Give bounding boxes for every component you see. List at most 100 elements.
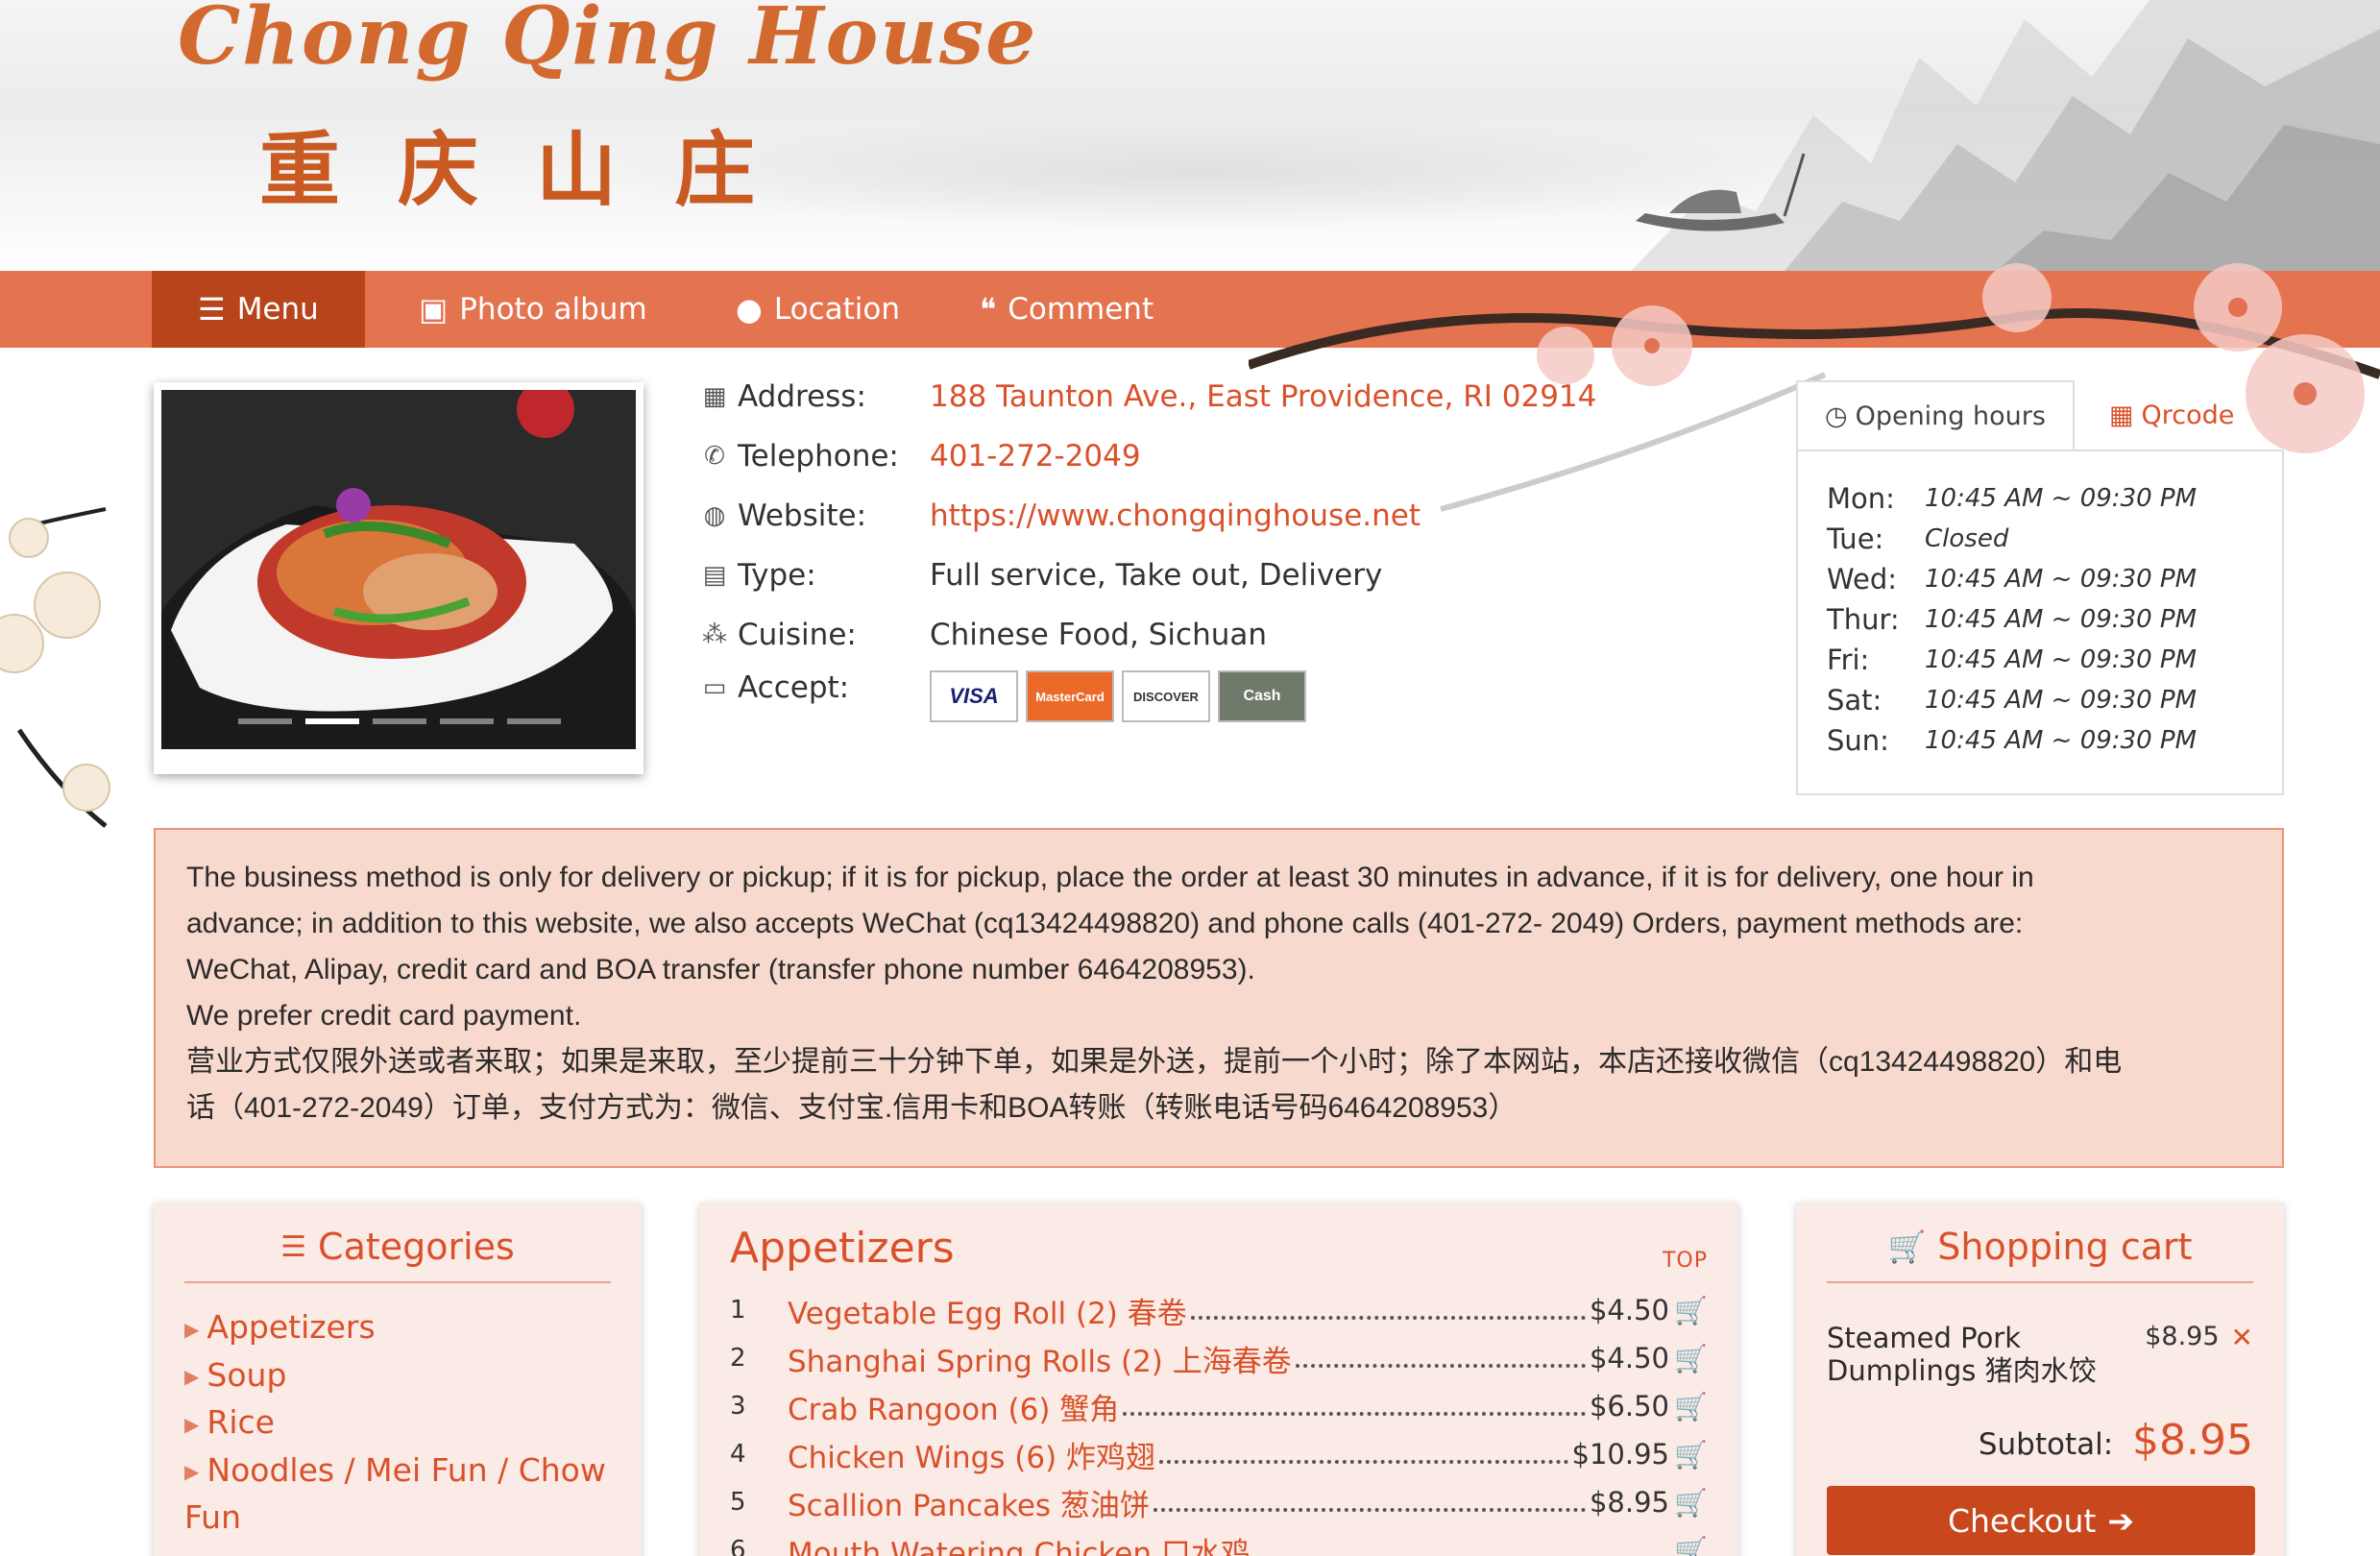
hours-row: Sat: 10:45 AM ~ 09:30 PM <box>1827 680 2253 720</box>
menu-item-price: $4.50 <box>1589 1294 1669 1326</box>
menu-item-number: 3 <box>730 1392 746 1421</box>
logo-english: Chong Qing House <box>178 0 1038 83</box>
menu-section-title: Appetizers <box>730 1224 955 1273</box>
dot-leader <box>1159 1454 1568 1464</box>
info-type-row: ▤ Type: Full service, Take out, Delivery <box>699 551 1383 599</box>
address-link[interactable]: 188 Taunton Ave., East Providence, RI 02… <box>930 379 1596 414</box>
category-item-noodles-cont[interactable]: Fun <box>184 1495 611 1541</box>
hours-row: Sun: 10:45 AM ~ 09:30 PM <box>1827 720 2253 761</box>
menu-item-name[interactable]: Crab Rangoon (6) 蟹角 <box>788 1385 1119 1428</box>
food-photo-carousel[interactable] <box>161 390 636 749</box>
notice-line: The business method is only for delivery… <box>186 862 2034 893</box>
carousel-dot-active[interactable] <box>305 718 359 724</box>
cash-card: Cash <box>1218 670 1306 722</box>
credit-card-icon: ▭ <box>702 673 727 702</box>
carousel-dot[interactable] <box>373 718 426 724</box>
info-website-row: ◍ Website: https://www.chongqinghouse.net <box>699 492 1421 540</box>
menu-item[interactable]: 6 Mouth Watering Chicken 口水鸡 🛒 <box>730 1526 1708 1556</box>
globe-icon: ◍ <box>703 501 726 530</box>
carousel-dot[interactable] <box>440 718 494 724</box>
hours-time: 10:45 AM ~ 09:30 PM <box>1925 605 2198 634</box>
hours-row: Mon: 10:45 AM ~ 09:30 PM <box>1827 478 2253 519</box>
nav-location-label: Location <box>773 292 901 327</box>
menu-item-name[interactable]: Scallion Pancakes 葱油饼 <box>788 1481 1150 1524</box>
menu-item[interactable]: 4 Chicken Wings (6) 炸鸡翅 $10.95 🛒 <box>730 1430 1708 1478</box>
carousel-dot[interactable] <box>507 718 561 724</box>
telephone-label: Telephone: <box>738 439 899 474</box>
website-link[interactable]: https://www.chongqinghouse.net <box>930 498 1421 533</box>
add-to-cart-icon[interactable]: 🛒 <box>1669 1439 1708 1471</box>
nav-photo-album[interactable]: ▣ Photo album <box>373 271 693 348</box>
nav-location[interactable]: ● Location <box>690 271 946 348</box>
map-icon: ▦ <box>702 382 727 411</box>
menu-item-number: 4 <box>730 1440 746 1469</box>
discover-card: DISCOVER <box>1122 670 1210 722</box>
menu-item-name[interactable]: Mouth Watering Chicken 口水鸡 <box>788 1529 1251 1556</box>
add-to-cart-icon[interactable]: 🛒 <box>1669 1343 1708 1374</box>
caret-right-icon: ▶ <box>184 1460 200 1483</box>
tab-opening-hours[interactable]: ◷ Opening hours <box>1796 380 2075 451</box>
menu-item[interactable]: 2 Shanghai Spring Rolls (2) 上海春卷 $4.50 🛒 <box>730 1334 1708 1382</box>
map-pin-icon: ● <box>736 291 763 328</box>
hours-time: 10:45 AM ~ 09:30 PM <box>1925 686 2198 715</box>
hours-tabs: ◷ Opening hours ▦ Qrcode <box>1796 380 2284 451</box>
hours-time: Closed <box>1925 524 2009 553</box>
cart-title: 🛒 Shopping cart <box>1827 1226 2253 1283</box>
menu-item[interactable]: 1 Vegetable Egg Roll (2) 春卷 $4.50 🛒 <box>730 1286 1708 1334</box>
menu-item[interactable]: 5 Scallion Pancakes 葱油饼 $8.95 🛒 <box>730 1478 1708 1526</box>
category-item-rice[interactable]: ▶ Rice <box>184 1399 611 1447</box>
dish-image <box>161 390 636 749</box>
hours-day: Fri: <box>1827 644 1870 676</box>
notice-line: 营业方式仅限外送或者来取；如果是来取，至少提前三十分钟下单，如果是外送，提前一个… <box>186 1046 2123 1078</box>
category-label: Appetizers <box>206 1308 376 1346</box>
cart-subtotal: Subtotal: $8.95 <box>1827 1416 2253 1465</box>
remove-item-icon[interactable]: ✕ <box>2231 1322 2253 1353</box>
info-address-row: ▦ Address: 188 Taunton Ave., East Provide… <box>699 373 1597 421</box>
menu-item-name[interactable]: Shanghai Spring Rolls (2) 上海春卷 <box>788 1337 1292 1380</box>
hours-row: Fri: 10:45 AM ~ 09:30 PM <box>1827 640 2253 680</box>
arrow-right-icon: ➔ <box>2107 1501 2135 1540</box>
menu-item-number: 5 <box>730 1488 746 1517</box>
info-accept-row: ▭ Accept: VISA MasterCard DISCOVER Cash <box>699 670 1306 732</box>
hours-row: Wed: 10:45 AM ~ 09:30 PM <box>1827 559 2253 599</box>
image-icon: ▣ <box>419 291 449 328</box>
hours-day: Mon: <box>1827 482 1895 515</box>
cart-title-label: Shopping cart <box>1937 1226 2193 1268</box>
subtotal-label: Subtotal: <box>1978 1427 2114 1462</box>
cuisine-label: Cuisine: <box>738 618 857 652</box>
nav-comment[interactable]: ❝ Comment <box>934 271 1200 348</box>
category-item-appetizers[interactable]: ▶ Appetizers <box>184 1304 611 1352</box>
cart-item-price: $8.95 <box>2145 1322 2220 1351</box>
add-to-cart-icon[interactable]: 🛒 <box>1669 1295 1708 1326</box>
add-to-cart-icon[interactable]: 🛒 <box>1669 1535 1708 1556</box>
top-link[interactable]: TOP <box>1663 1249 1708 1273</box>
menu-item-number: 6 <box>730 1536 746 1556</box>
add-to-cart-icon[interactable]: 🛒 <box>1669 1487 1708 1519</box>
menu-item-name[interactable]: Vegetable Egg Roll (2) 春卷 <box>788 1289 1187 1332</box>
dot-leader <box>1123 1406 1586 1416</box>
header-banner: Chong Qing House 重庆山庄 <box>0 0 2380 271</box>
menu-item-number: 1 <box>730 1296 746 1325</box>
address-label: Address: <box>738 379 866 414</box>
add-to-cart-icon[interactable]: 🛒 <box>1669 1391 1708 1422</box>
menu-item[interactable]: 3 Crab Rangoon (6) 蟹角 $6.50 🛒 <box>730 1382 1708 1430</box>
hours-row: Tue: Closed <box>1827 519 2253 559</box>
hours-day: Tue: <box>1827 523 1884 555</box>
cart-item-name-line: Steamed Pork <box>1827 1322 2022 1354</box>
tab-qrcode[interactable]: ▦ Qrcode <box>2082 380 2261 451</box>
cuisine-value: Chinese Food, Sichuan <box>930 618 1268 652</box>
cart-icon: 🛒 <box>1887 1228 1927 1265</box>
cubes-icon: ⁂ <box>702 620 727 649</box>
category-item-noodles[interactable]: ▶ Noodles / Mei Fun / Chow <box>184 1447 611 1495</box>
carousel-indicators <box>238 718 561 724</box>
telephone-link[interactable]: 401-272-2049 <box>930 439 1141 474</box>
nav-menu[interactable]: ☰ Menu <box>152 271 365 348</box>
category-item-soup[interactable]: ▶ Soup <box>184 1352 611 1400</box>
carousel-dot[interactable] <box>238 718 292 724</box>
payment-cards: VISA MasterCard DISCOVER Cash <box>930 670 1306 722</box>
hours-time: 10:45 AM ~ 09:30 PM <box>1925 726 2198 755</box>
categories-title-label: Categories <box>318 1226 515 1268</box>
hours-time: 10:45 AM ~ 09:30 PM <box>1925 484 2198 513</box>
checkout-button[interactable]: Checkout ➔ <box>1827 1486 2255 1555</box>
menu-item-name[interactable]: Chicken Wings (6) 炸鸡翅 <box>788 1433 1155 1476</box>
